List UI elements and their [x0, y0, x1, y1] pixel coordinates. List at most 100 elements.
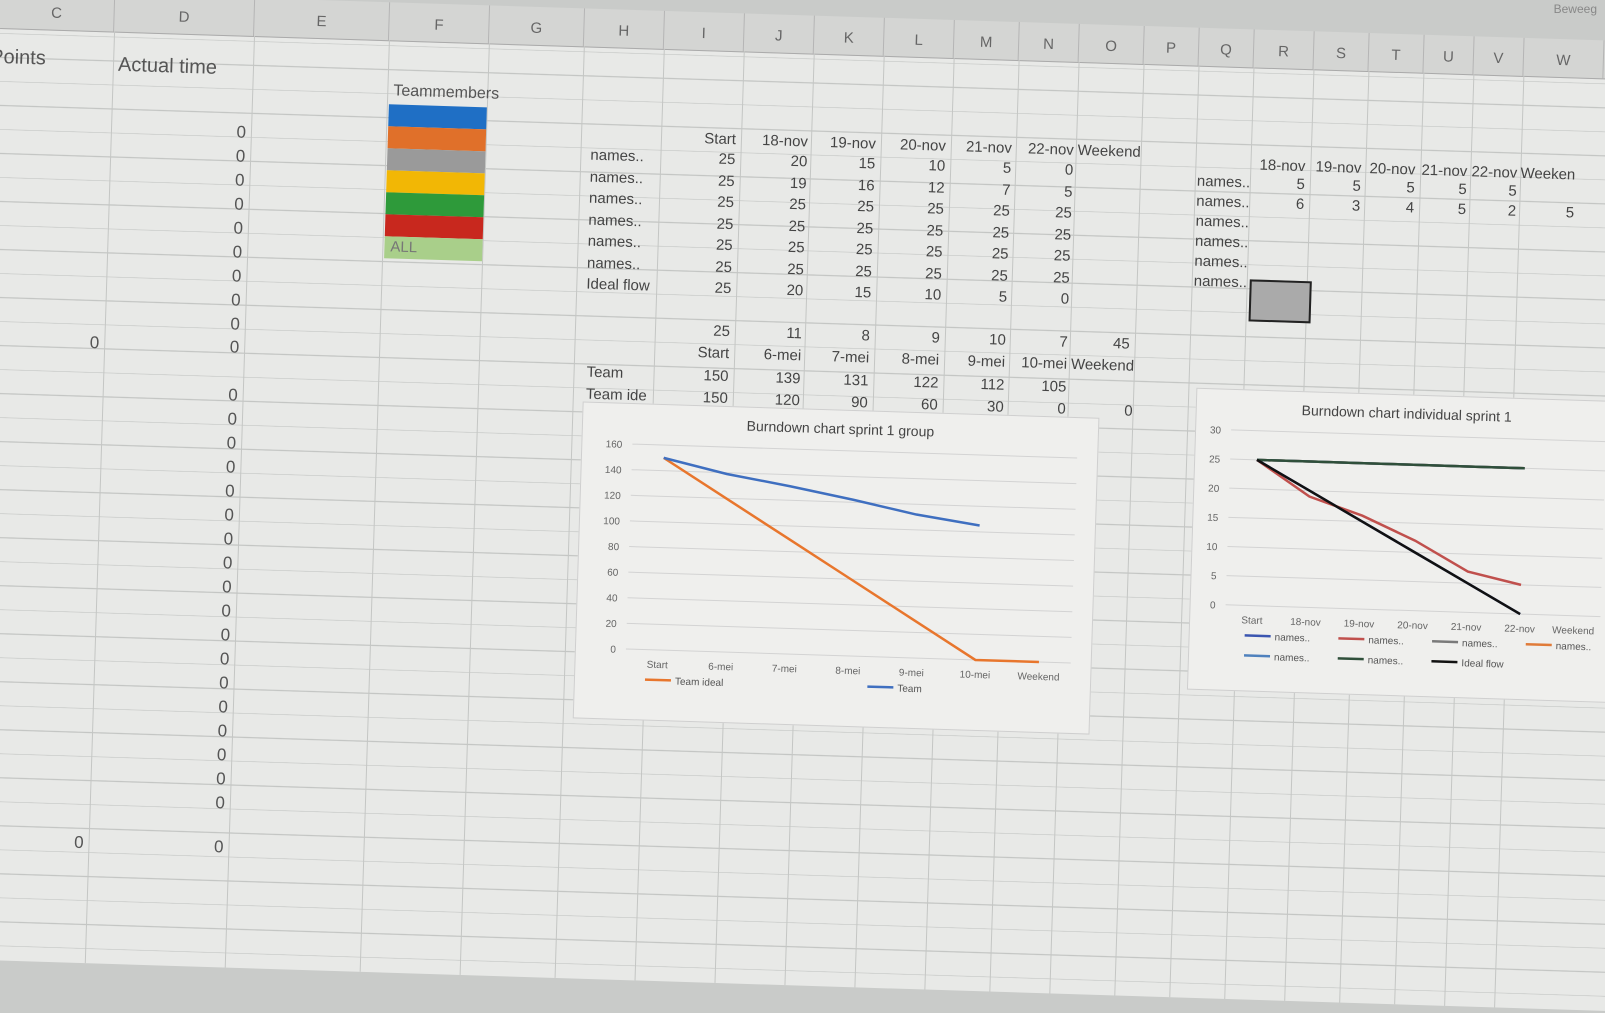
column-header-G[interactable]: G — [489, 5, 585, 46]
actual-time-cell[interactable]: 0 — [98, 693, 229, 717]
teammember-color-swatch[interactable] — [387, 148, 486, 173]
team-cell[interactable]: 150 — [658, 366, 728, 385]
hours-cell[interactable]: 2 — [1460, 201, 1517, 220]
individual-cell[interactable]: 10 — [875, 156, 945, 175]
individual-header[interactable]: 18-nov — [738, 131, 808, 150]
individual-cell[interactable]: 25 — [736, 194, 806, 213]
individual-cell[interactable]: 25 — [872, 263, 942, 282]
actual-time-cell[interactable]: 0 — [103, 526, 234, 550]
hours-cell[interactable]: 6 — [1248, 194, 1305, 213]
team-cell[interactable] — [1064, 379, 1134, 381]
individual-cell[interactable]: 10 — [871, 285, 941, 304]
team-header[interactable]: 10-mei — [997, 354, 1067, 373]
actual-time-cell[interactable]: 0 — [96, 741, 227, 765]
individual-cell[interactable]: 20 — [737, 151, 807, 170]
points-total-1[interactable]: 0 — [0, 329, 100, 353]
hours-cell[interactable]: 5 — [1411, 179, 1468, 198]
teammember-color-swatch[interactable] — [385, 192, 484, 217]
spreadsheet-grid[interactable]: CDEFGHIJKLMNOPQRSTUVW Points Actual time… — [0, 0, 1605, 1013]
actual-time-cell[interactable]: 0 — [95, 765, 226, 789]
actual-time-cell[interactable]: 0 — [106, 430, 237, 454]
individual-cell[interactable]: 25 — [664, 170, 734, 189]
actual-time-cell[interactable]: 0 — [107, 406, 238, 430]
series-line[interactable] — [1252, 460, 1524, 614]
individual-cell[interactable]: 25 — [734, 259, 804, 278]
team-cell[interactable]: 122 — [868, 372, 938, 391]
actual-time-cell[interactable]: 0 — [113, 215, 244, 239]
column-header-S[interactable]: S — [1313, 31, 1369, 71]
individual-header[interactable]: 21-nov — [942, 138, 1012, 157]
individual-row-label[interactable]: names.. — [588, 211, 642, 230]
actual-time-cell[interactable]: 0 — [110, 311, 241, 335]
column-header-H[interactable]: H — [584, 8, 665, 48]
actual-time-cell[interactable]: 0 — [113, 191, 244, 215]
hours-header[interactable]: 22-nov — [1461, 163, 1518, 182]
individual-cell[interactable]: 25 — [1002, 203, 1072, 222]
individual-cell[interactable]: 25 — [938, 244, 1008, 263]
individual-cell[interactable]: 7 — [940, 179, 1010, 198]
individual-cell[interactable]: 16 — [804, 175, 874, 194]
individual-row-label[interactable]: names.. — [587, 254, 641, 273]
individual-cell[interactable]: 25 — [938, 265, 1008, 284]
hours-header[interactable]: 19-nov — [1305, 158, 1362, 177]
column-header-row[interactable]: CDEFGHIJKLMNOPQRSTUVW — [0, 0, 1605, 82]
column-header-J[interactable]: J — [744, 13, 815, 53]
individual-cell[interactable]: 19 — [736, 173, 806, 192]
individual-row-label[interactable]: names.. — [587, 233, 641, 252]
individual-row-label[interactable]: names.. — [589, 190, 643, 209]
column-header-L[interactable]: L — [884, 18, 955, 58]
individual-header[interactable]: Weekend — [1071, 142, 1141, 161]
hours-header[interactable]: Weeken — [1519, 165, 1576, 184]
daily-total-cell[interactable]: 7 — [998, 332, 1068, 351]
hours-row-label[interactable]: names.. — [1195, 233, 1249, 252]
actual-time-cell[interactable]: 0 — [107, 382, 238, 406]
daily-total-cell[interactable]: 9 — [870, 327, 940, 346]
daily-total-cell[interactable]: 8 — [800, 325, 870, 344]
hours-cell[interactable]: 5 — [1461, 181, 1518, 200]
column-header-I[interactable]: I — [664, 11, 745, 51]
column-header-D[interactable]: D — [114, 0, 255, 36]
individual-cell[interactable]: 25 — [804, 196, 874, 215]
selected-cell[interactable] — [1249, 279, 1312, 323]
hours-row-label[interactable]: names.. — [1197, 173, 1251, 192]
teammember-color-swatch[interactable] — [388, 104, 487, 129]
individual-cell[interactable]: 25 — [1000, 267, 1070, 286]
actual-time-cell[interactable]: 0 — [95, 789, 226, 813]
team-header[interactable]: 9-mei — [935, 352, 1005, 371]
individual-header[interactable]: 22-nov — [1004, 140, 1074, 159]
teammember-color-swatch[interactable] — [386, 170, 485, 195]
hours-header[interactable]: 18-nov — [1249, 156, 1306, 175]
hours-cell[interactable]: 5 — [1249, 174, 1306, 193]
individual-burndown-chart[interactable]: Burndown chart individual sprint 1051015… — [1187, 388, 1605, 703]
individual-row-label[interactable]: names.. — [589, 168, 643, 187]
actual-time-cell[interactable]: 0 — [115, 143, 246, 167]
daily-total-cell[interactable]: 11 — [732, 323, 802, 342]
individual-cell[interactable]: 25 — [940, 201, 1010, 220]
individual-row-label[interactable]: Ideal flow — [586, 276, 650, 295]
individual-cell[interactable]: 25 — [939, 222, 1009, 241]
individual-row-label[interactable]: names.. — [590, 147, 644, 166]
actual-time-cell[interactable]: 0 — [104, 502, 235, 526]
actual-time-cell[interactable]: 0 — [97, 717, 228, 741]
series-line[interactable] — [1257, 460, 1525, 468]
team-header[interactable]: 8-mei — [869, 349, 939, 368]
team-row-label[interactable]: Team — [586, 364, 623, 382]
individual-cell[interactable]: 20 — [733, 280, 803, 299]
series-line[interactable] — [662, 458, 982, 526]
column-header-U[interactable]: U — [1423, 35, 1474, 75]
actual-time-cell[interactable]: 0 — [101, 597, 232, 621]
individual-cell[interactable]: 25 — [661, 278, 731, 297]
individual-cell[interactable]: 0 — [999, 289, 1069, 308]
actual-time-cell[interactable]: 0 — [110, 287, 241, 311]
teammember-color-swatch[interactable] — [388, 126, 487, 151]
actual-time-cell[interactable]: 0 — [99, 645, 230, 669]
team-header[interactable]: Start — [659, 343, 729, 362]
group-burndown-chart[interactable]: Burndown chart sprint 1 group02040608010… — [573, 402, 1100, 735]
daily-total-cell[interactable]: 10 — [936, 330, 1006, 349]
hours-row-label[interactable]: names.. — [1193, 273, 1247, 292]
teammember-color-swatch[interactable]: ALL — [384, 236, 483, 261]
actual-time-cell[interactable]: 0 — [100, 621, 231, 645]
team-cell[interactable]: 139 — [730, 368, 800, 387]
team-cell[interactable]: 131 — [798, 370, 868, 389]
individual-cell[interactable]: 25 — [873, 220, 943, 239]
